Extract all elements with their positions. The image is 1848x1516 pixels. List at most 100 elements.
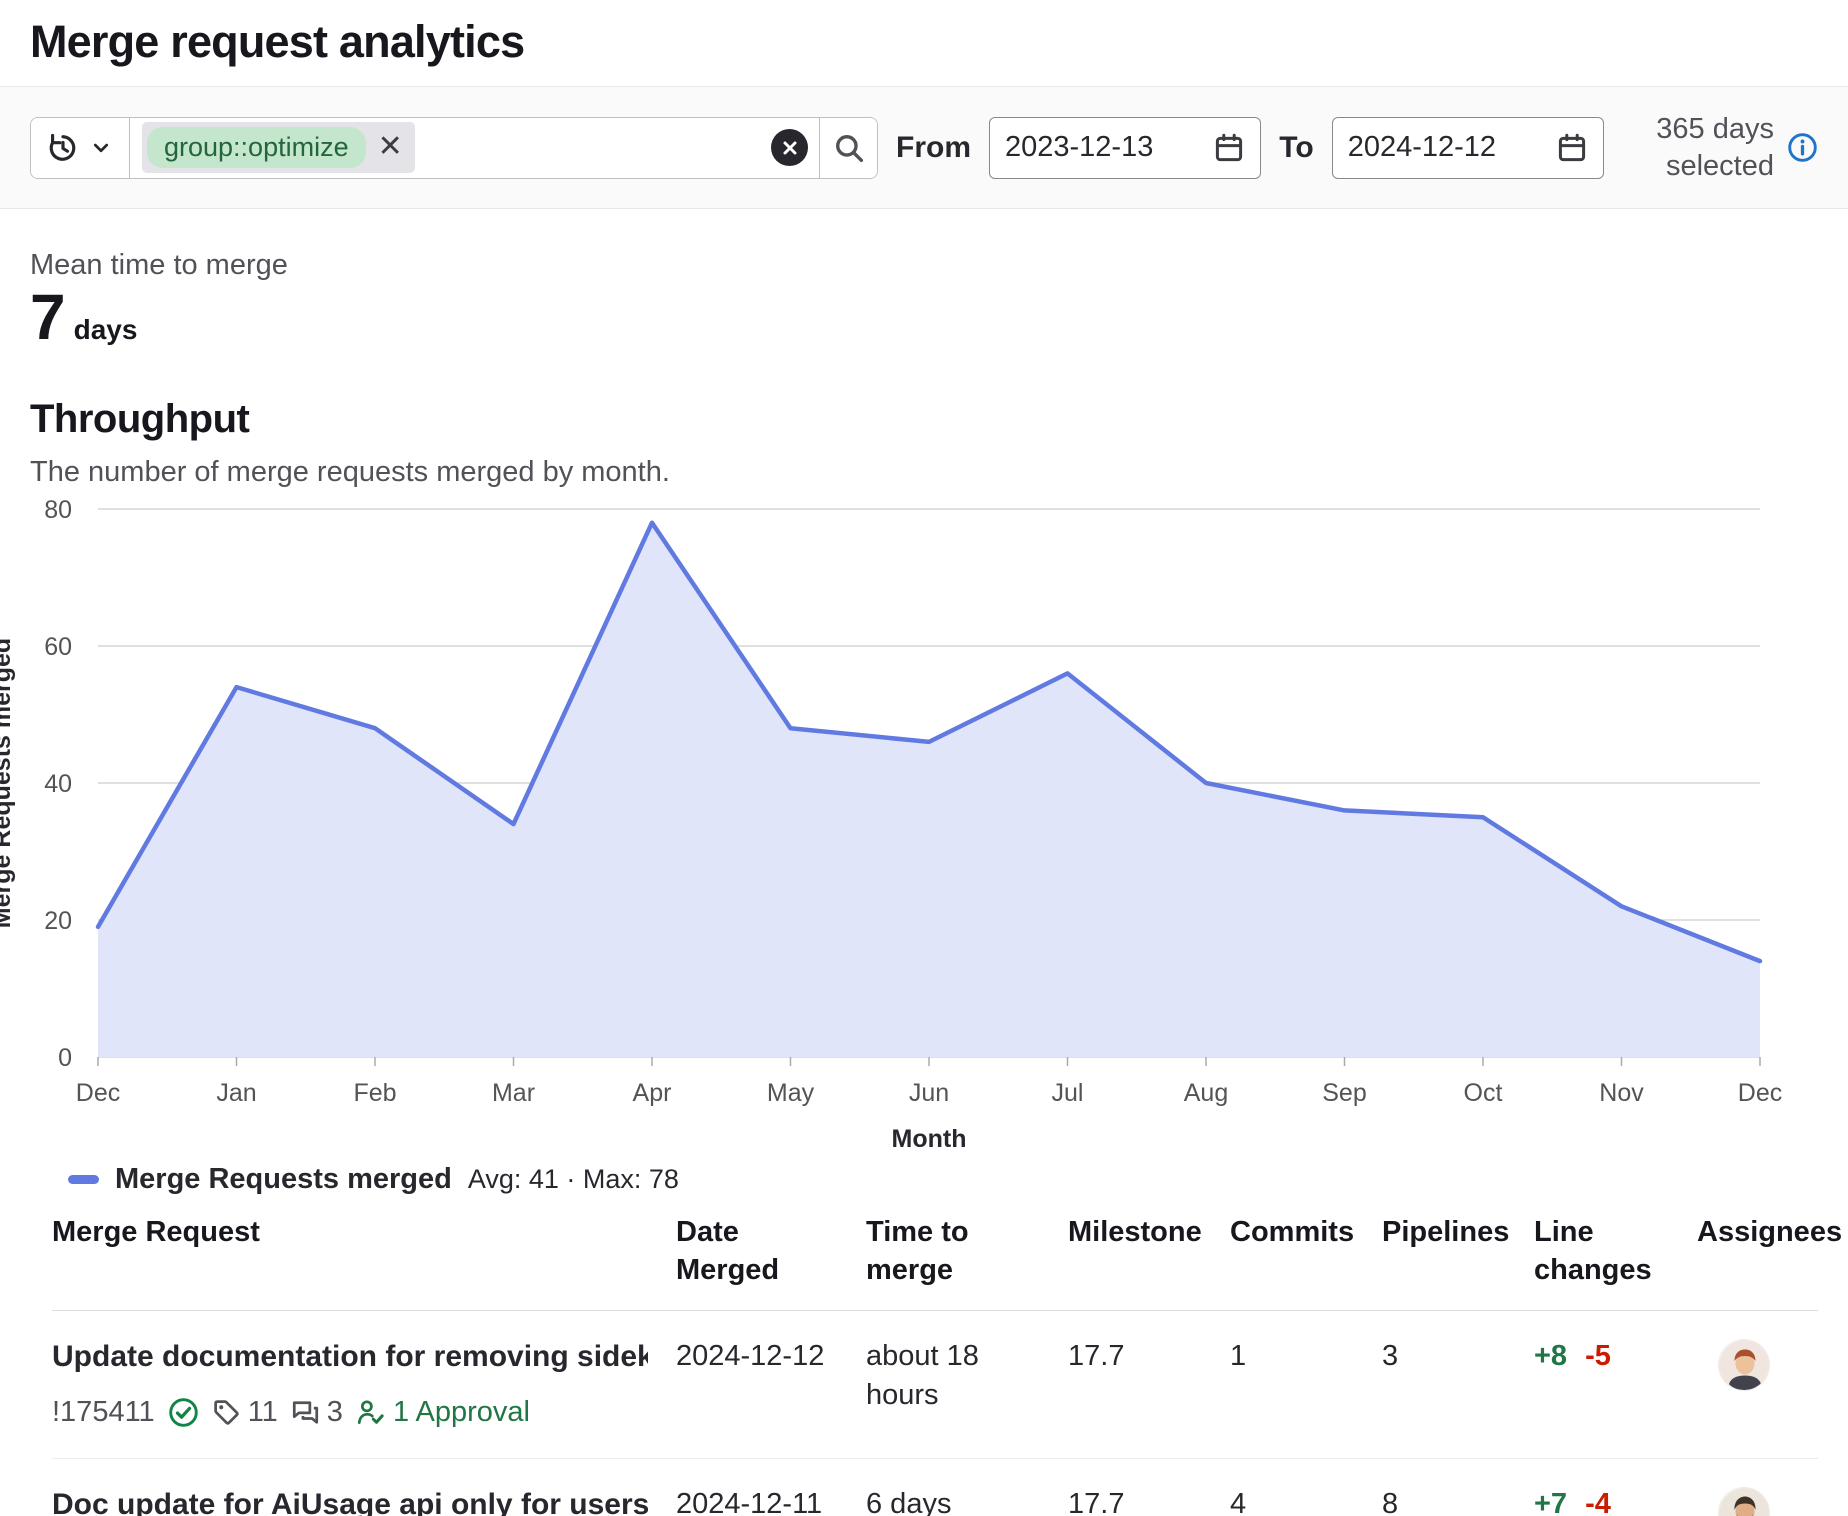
x-tick-label: Oct bbox=[1464, 1079, 1503, 1107]
pipelines-cell: 3 bbox=[1382, 1337, 1534, 1376]
col-header-commits: Commits bbox=[1230, 1214, 1382, 1289]
legend-summary: Avg: 41 · Max: 78 bbox=[468, 1164, 679, 1195]
token-remove-button[interactable]: ✕ bbox=[378, 132, 403, 162]
y-tick-label: 60 bbox=[44, 633, 72, 661]
col-header-date-merged: Date Merged bbox=[676, 1214, 866, 1289]
milestone-cell: 17.7 bbox=[1068, 1337, 1230, 1376]
x-tick-label: Nov bbox=[1599, 1079, 1644, 1107]
mean-time-to-merge-stat: Mean time to merge 7 days bbox=[0, 209, 1848, 351]
area-fill bbox=[98, 523, 1760, 1057]
legend-label: Merge Requests merged bbox=[115, 1163, 452, 1196]
from-label: From bbox=[896, 131, 971, 165]
to-date-input[interactable]: 2024-12-12 bbox=[1332, 117, 1604, 179]
filter-token: group::optimize ✕ bbox=[142, 122, 415, 172]
approval-icon bbox=[356, 1398, 385, 1427]
page-title: Merge request analytics bbox=[30, 16, 1818, 68]
assignee-avatar[interactable] bbox=[1718, 1487, 1770, 1516]
y-tick-label: 40 bbox=[44, 770, 72, 798]
search-icon bbox=[832, 131, 866, 165]
throughput-heading: Throughput bbox=[30, 397, 1818, 442]
to-label: To bbox=[1279, 131, 1313, 165]
page-header: Merge request analytics bbox=[0, 0, 1848, 87]
calendar-icon bbox=[1556, 132, 1588, 164]
legend-swatch bbox=[68, 1175, 99, 1184]
y-axis-title: Merge Requests merged bbox=[0, 638, 16, 928]
labels-count[interactable]: 11 bbox=[212, 1393, 278, 1432]
x-tick-label: May bbox=[767, 1079, 815, 1107]
clear-icon bbox=[780, 138, 800, 158]
y-tick-label: 20 bbox=[44, 907, 72, 935]
date-merged-cell: 2024-12-12 bbox=[676, 1337, 866, 1376]
to-date-value: 2024-12-12 bbox=[1348, 131, 1496, 164]
throughput-chart-svg: 0 20 40 60 80 Dec Jan Feb Mar Apr May Jun Jul Aug Sep O… bbox=[0, 489, 1818, 1161]
col-header-merge-request: Merge Request bbox=[52, 1214, 676, 1289]
info-icon[interactable] bbox=[1787, 132, 1818, 163]
from-date-input[interactable]: 2023-12-13 bbox=[989, 117, 1261, 179]
calendar-icon bbox=[1213, 132, 1245, 164]
x-axis-title: Month bbox=[892, 1125, 967, 1153]
pipeline-passed-icon[interactable] bbox=[168, 1397, 199, 1428]
assignee-avatar[interactable] bbox=[1718, 1339, 1770, 1391]
history-icon bbox=[46, 131, 80, 165]
additions: +7 bbox=[1534, 1488, 1567, 1516]
chart-legend[interactable]: Merge Requests merged Avg: 41 · Max: 78 bbox=[68, 1163, 1818, 1196]
clear-search-button[interactable] bbox=[771, 129, 808, 166]
table-header-row: Merge Request Date Merged Time to merge … bbox=[52, 1214, 1818, 1310]
additions: +8 bbox=[1534, 1340, 1567, 1372]
x-tick-label: Apr bbox=[633, 1079, 672, 1107]
x-tick-label: Mar bbox=[492, 1079, 535, 1107]
days-selected: 365 days selected bbox=[1622, 111, 1818, 184]
line-changes-cell: +7 -4 bbox=[1534, 1485, 1697, 1516]
x-tick-label: Aug bbox=[1184, 1079, 1228, 1107]
search-combo: group::optimize ✕ bbox=[30, 117, 878, 179]
approvals-label: 1 Approval bbox=[393, 1393, 530, 1432]
approvals: 1 Approval bbox=[356, 1393, 530, 1432]
line-changes-cell: +8 -5 bbox=[1534, 1337, 1697, 1376]
x-tick-label: Dec bbox=[76, 1079, 120, 1107]
x-tick-label: Dec bbox=[1738, 1079, 1782, 1107]
commits-cell: 4 bbox=[1230, 1485, 1382, 1516]
from-date-value: 2023-12-13 bbox=[1005, 131, 1153, 164]
comments-icon bbox=[291, 1398, 320, 1427]
stat-unit: days bbox=[74, 314, 138, 346]
mr-id[interactable]: !175411 bbox=[52, 1393, 155, 1432]
x-tick-label: Jun bbox=[909, 1079, 949, 1107]
deletions: -5 bbox=[1585, 1340, 1611, 1372]
stat-label: Mean time to merge bbox=[30, 249, 1818, 282]
x-tick-label: Jul bbox=[1052, 1079, 1084, 1107]
throughput-section: Throughput The number of merge requests … bbox=[0, 351, 1848, 489]
throughput-description: The number of merge requests merged by m… bbox=[30, 456, 1818, 489]
time-to-merge-cell: about 18 hours bbox=[866, 1337, 1068, 1415]
col-header-line-changes: Line changes bbox=[1534, 1214, 1697, 1289]
x-tick-label: Feb bbox=[353, 1079, 396, 1107]
mr-title-link[interactable]: Doc update for AiUsage api only for user… bbox=[52, 1485, 648, 1516]
stat-value: 7 bbox=[30, 284, 66, 351]
filter-history-button[interactable] bbox=[31, 118, 130, 178]
date-merged-cell: 2024-12-11 bbox=[676, 1485, 866, 1516]
filter-bar: group::optimize ✕ From 2023-12-13 bbox=[0, 87, 1848, 209]
y-tick-label: 0 bbox=[58, 1044, 72, 1072]
col-header-assignees: Assignees bbox=[1697, 1214, 1848, 1289]
x-tick-label: Sep bbox=[1322, 1079, 1366, 1107]
mr-title-link[interactable]: Update documentation for removing sideki… bbox=[52, 1337, 648, 1378]
col-header-pipelines: Pipelines bbox=[1382, 1214, 1534, 1289]
search-submit-button[interactable] bbox=[819, 118, 877, 178]
time-to-merge-cell: 6 days bbox=[866, 1485, 1068, 1516]
table-row: Update documentation for removing sideki… bbox=[52, 1311, 1818, 1460]
pipelines-cell: 8 bbox=[1382, 1485, 1534, 1516]
throughput-chart: 0 20 40 60 80 Dec Jan Feb Mar Apr May Jun Jul Aug Sep O… bbox=[0, 489, 1818, 1196]
col-header-time-to-merge: Time to merge bbox=[866, 1214, 1068, 1289]
chevron-down-icon bbox=[88, 135, 114, 161]
commits-cell: 1 bbox=[1230, 1337, 1382, 1376]
comments-count[interactable]: 3 bbox=[291, 1393, 343, 1432]
search-input[interactable]: group::optimize ✕ bbox=[130, 118, 771, 178]
merge-request-table: Merge Request Date Merged Time to merge … bbox=[52, 1214, 1818, 1516]
label-icon bbox=[212, 1398, 241, 1427]
days-selected-text: 365 days selected bbox=[1622, 111, 1774, 184]
x-tick-label: Jan bbox=[216, 1079, 256, 1107]
milestone-cell: 17.7 bbox=[1068, 1485, 1230, 1516]
deletions: -4 bbox=[1585, 1488, 1611, 1516]
col-header-milestone: Milestone bbox=[1068, 1214, 1230, 1289]
y-tick-label: 80 bbox=[44, 496, 72, 524]
table-row: Doc update for AiUsage api only for user… bbox=[52, 1459, 1818, 1516]
